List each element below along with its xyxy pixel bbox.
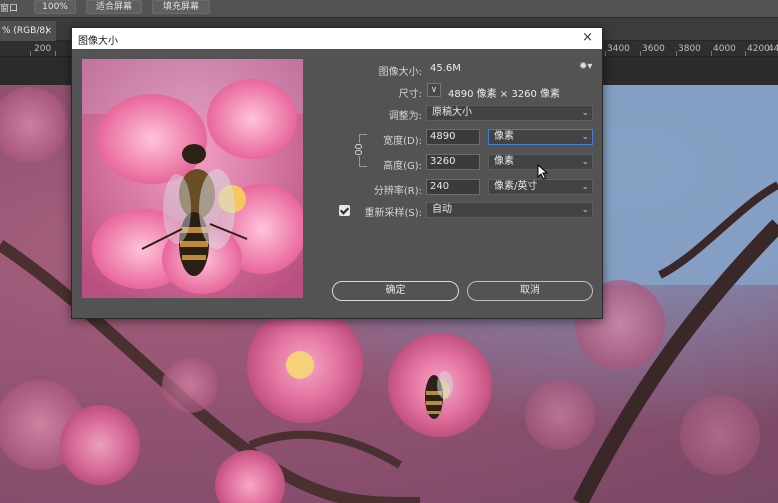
width-input[interactable]: 4890 [426, 129, 480, 145]
image-size-dialog: 图像大小 × ✹▾ 图像大小: 45.6M 尺寸: ∨ 4890 像素 × 32… [71, 27, 603, 319]
chevron-down-icon: ⌄ [581, 108, 589, 118]
dimensions-value: 4890 像素 × 3260 像素 [448, 89, 560, 100]
width-unit-select[interactable]: 像素 ⌄ [488, 129, 593, 145]
ruler-label: 44 [768, 44, 778, 54]
ok-button[interactable]: 确定 [332, 281, 459, 301]
gear-icon[interactable]: ✹▾ [579, 61, 592, 72]
image-preview[interactable] [82, 59, 303, 298]
ruler-label: 3400 [607, 44, 630, 54]
chevron-down-icon: ⌄ [581, 132, 589, 142]
image-size-label: 图像大小: [378, 67, 422, 78]
ruler-label: 3600 [642, 44, 665, 54]
fit-to-value: 原稿大小 [432, 107, 472, 118]
height-input[interactable]: 3260 [426, 154, 480, 170]
resample-value: 自动 [432, 204, 452, 215]
height-label: 高度(G): [383, 161, 422, 172]
chevron-down-icon: ⌄ [581, 157, 589, 167]
width-label: 宽度(D): [383, 136, 422, 147]
fit-to-label: 调整为: [388, 111, 422, 122]
fit-screen-button[interactable]: 适合屏幕 [86, 0, 142, 14]
width-unit-value: 像素 [494, 131, 514, 142]
fill-screen-button[interactable]: 填充屏幕 [152, 0, 210, 14]
document-tab[interactable]: % (RGB/8) × [0, 21, 56, 41]
chevron-down-icon: ⌄ [581, 182, 589, 192]
document-tab-label: % (RGB/8) [2, 26, 49, 36]
dialog-titlebar[interactable]: 图像大小 × [72, 28, 602, 49]
cursor-icon [537, 164, 549, 180]
ruler-label: 4200 [747, 44, 770, 54]
resolution-unit-value: 像素/英寸 [494, 181, 538, 192]
close-icon[interactable]: × [582, 30, 593, 45]
height-unit-value: 像素 [494, 156, 514, 167]
options-bar: 窗口 100% 适合屏幕 填充屏幕 [0, 0, 778, 18]
dimensions-label: 尺寸: [398, 89, 422, 100]
image-size-value: 45.6M [430, 63, 461, 74]
ruler-label: 4000 [713, 44, 736, 54]
chevron-down-icon[interactable]: ∨ [427, 83, 441, 97]
resolution-input[interactable]: 240 [426, 179, 480, 195]
fit-to-select[interactable]: 原稿大小 ⌄ [426, 105, 593, 121]
resolution-unit-select[interactable]: 像素/英寸 ⌄ [488, 179, 593, 195]
close-icon[interactable]: × [44, 21, 52, 41]
dialog-title: 图像大小 [78, 36, 118, 47]
zoom-100-button[interactable]: 100% [34, 0, 76, 14]
cancel-button[interactable]: 取消 [467, 281, 593, 301]
bee-blossom-thumbnail [82, 59, 303, 298]
ruler-label: 200 [34, 44, 52, 54]
resolution-label: 分辨率(R): [373, 186, 422, 197]
resample-label: 重新采样(S): [364, 208, 422, 219]
resample-select[interactable]: 自动 ⌄ [426, 202, 593, 218]
chevron-down-icon: ⌄ [581, 205, 589, 215]
options-label-fragment: 窗口 [0, 4, 19, 14]
ruler-label: 3800 [678, 44, 701, 54]
